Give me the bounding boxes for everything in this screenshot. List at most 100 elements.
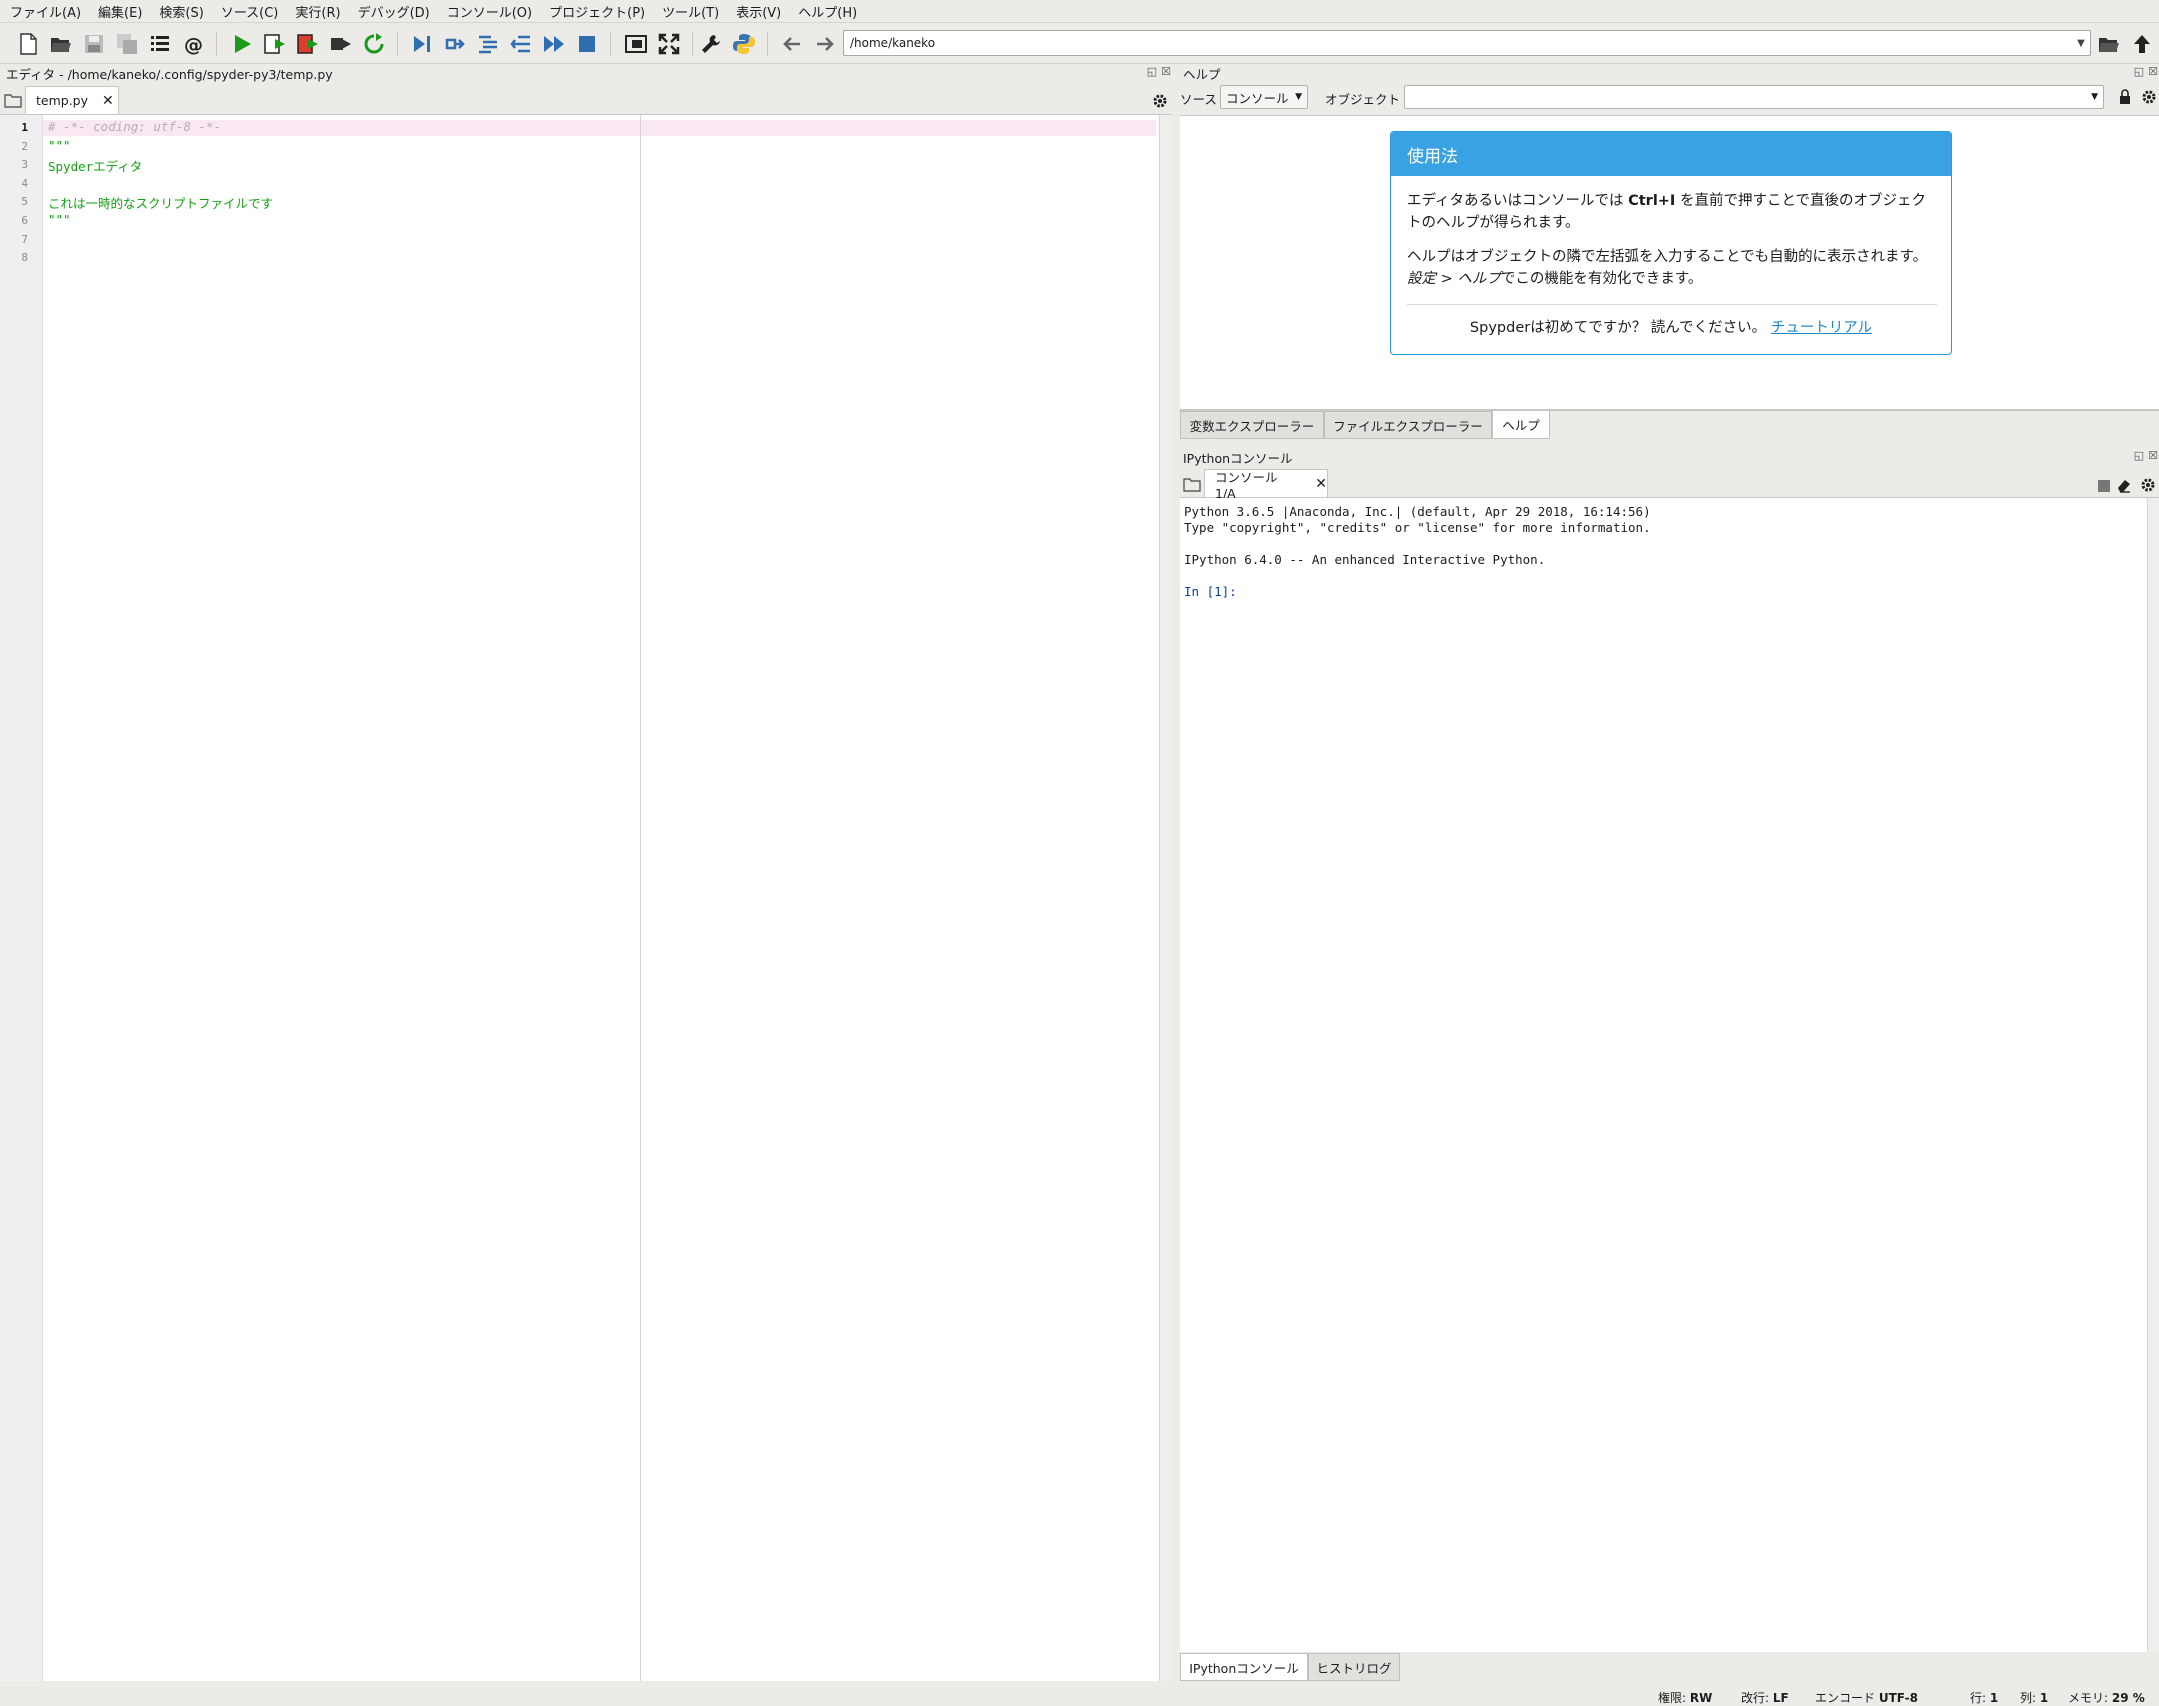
open-folder-icon[interactable] (47, 30, 75, 58)
parent-directory-icon[interactable] (2128, 30, 2156, 58)
editor-tab[interactable]: temp.py ✕ (25, 86, 119, 114)
undock-icon[interactable]: ◱ (2132, 450, 2146, 462)
tab-history-log[interactable]: ヒストリログ (1308, 1653, 1400, 1681)
line-number: 4 (21, 177, 28, 190)
maximize-pane-icon[interactable] (622, 30, 650, 58)
menu-run[interactable]: 実行(R) (285, 2, 347, 21)
menu-view[interactable]: 表示(V) (726, 2, 788, 21)
console-options-gear-icon[interactable] (2140, 477, 2156, 493)
line-number-gutter (0, 115, 43, 1681)
status-permissions: 権限: RW (1658, 1691, 1713, 1705)
line-number: 1 (21, 121, 28, 134)
working-directory-input[interactable]: /home/kaneko (843, 30, 2091, 56)
console-tab[interactable]: コンソール 1/A ✕ (1204, 469, 1328, 501)
run-cell-advance-icon[interactable] (294, 30, 322, 58)
python-path-icon[interactable] (730, 30, 758, 58)
step-into-icon[interactable] (474, 30, 502, 58)
menu-console[interactable]: コンソール(O) (437, 2, 539, 21)
rerun-icon[interactable] (360, 30, 388, 58)
new-file-icon[interactable] (14, 30, 42, 58)
preferences-wrench-icon[interactable] (697, 30, 725, 58)
status-eol: 改行: LF (1741, 1691, 1789, 1705)
browse-tabs-icon[interactable] (4, 92, 22, 108)
source-select-value: コンソール (1226, 90, 1289, 106)
menu-source[interactable]: ソース(C) (211, 2, 286, 21)
stop-kernel-icon[interactable] (2098, 480, 2110, 492)
tab-file-explorer[interactable]: ファイルエクスプローラー (1324, 411, 1492, 439)
console-line: Python 3.6.5 |Anaconda, Inc.| (default, … (1184, 504, 1651, 519)
tab-help[interactable]: ヘルプ (1492, 411, 1550, 439)
line-number: 5 (21, 195, 28, 208)
forward-arrow-icon[interactable] (811, 30, 839, 58)
browse-folder-icon[interactable] (2095, 30, 2123, 58)
menu-tools[interactable]: ツール(T) (652, 2, 726, 21)
menu-search[interactable]: 検索(S) (149, 2, 210, 21)
chevron-down-icon: ▼ (1295, 92, 1302, 102)
console-line: IPython 6.4.0 -- An enhanced Interactive… (1184, 552, 1546, 567)
close-pane-icon[interactable]: ☒ (2146, 66, 2159, 78)
menu-projects[interactable]: プロジェクト(P) (539, 2, 652, 21)
editor-tab-bar (0, 84, 1172, 115)
usage-footer: Spypderは初めてですか？ 読んでください。 チュートリアル (1469, 320, 1873, 336)
status-memory: メモリ: 29 % (2068, 1691, 2145, 1705)
help-toolbar: ソース コンソール ▼ オブジェクト ▼ (1176, 84, 2159, 114)
undock-icon[interactable]: ◱ (2132, 66, 2146, 78)
fullscreen-icon[interactable] (655, 30, 683, 58)
menu-help[interactable]: ヘルプ(H) (788, 2, 864, 21)
console-scrollbar[interactable] (2147, 498, 2159, 1652)
step-icon[interactable] (441, 30, 469, 58)
at-symbol-icon[interactable]: @ (179, 30, 207, 58)
object-input[interactable]: ▼ (1404, 85, 2104, 109)
usage-title: 使用法 (1391, 132, 1951, 176)
menu-debug[interactable]: デバッグ(D) (348, 2, 437, 21)
run-icon[interactable] (228, 30, 256, 58)
edge-line (640, 115, 641, 1681)
usage-paragraph-1: エディタあるいはコンソールでは Ctrl+I を直前で押すことで直後のオブジェク… (1407, 193, 1927, 231)
usage-paragraph-2: ヘルプはオブジェクトの隣で左括弧を入力することでも自動的に表示されます。設定 >… (1407, 249, 1928, 287)
console-prompt: In [1]: (1184, 584, 1237, 599)
console-pane-title: IPythonコンソール (1183, 451, 1293, 466)
lock-icon[interactable] (2118, 89, 2132, 105)
source-select[interactable]: コンソール ▼ (1220, 85, 1308, 109)
editor-pane-title: エディタ - /home/kaneko/.config/spyder-py3/t… (6, 67, 333, 82)
close-tab-icon[interactable]: ✕ (1315, 476, 1327, 492)
line-number: 3 (21, 158, 28, 171)
source-label: ソース (1180, 92, 1217, 107)
eraser-icon[interactable] (2116, 477, 2132, 493)
help-pane-title: ヘルプ (1183, 67, 1221, 82)
tab-variable-explorer[interactable]: 変数エクスプローラー (1180, 411, 1324, 439)
code-editor[interactable] (43, 115, 1159, 1681)
debug-icon[interactable] (408, 30, 436, 58)
menu-edit[interactable]: 編集(E) (88, 2, 149, 21)
save-all-icon[interactable] (113, 30, 141, 58)
code-line: """ (48, 212, 71, 227)
step-return-icon[interactable] (507, 30, 535, 58)
outline-list-icon[interactable] (146, 30, 174, 58)
chevron-down-icon: ▼ (2091, 92, 2098, 102)
pane-splitter[interactable] (1172, 64, 1180, 1681)
run-cell-icon[interactable] (261, 30, 289, 58)
close-pane-icon[interactable]: ☒ (2146, 450, 2159, 462)
browse-tabs-icon[interactable] (1183, 476, 1201, 492)
back-arrow-icon[interactable] (778, 30, 806, 58)
close-tab-icon[interactable]: ✕ (102, 93, 114, 109)
close-pane-icon[interactable]: ☒ (1159, 66, 1173, 78)
code-line: """ (48, 138, 71, 153)
console-output[interactable] (1180, 498, 2147, 1652)
tab-ipython-console[interactable]: IPythonコンソール (1180, 1653, 1308, 1681)
help-options-gear-icon[interactable] (2141, 89, 2157, 105)
tutorial-link[interactable]: チュートリアル (1771, 320, 1872, 336)
code-line: これは一時的なスクリプトファイルです (48, 196, 274, 211)
menu-file[interactable]: ファイル(A) (0, 2, 88, 21)
chevron-down-icon[interactable]: ▼ (2071, 31, 2091, 55)
continue-icon[interactable] (540, 30, 568, 58)
undock-icon[interactable]: ◱ (1145, 66, 1159, 78)
editor-options-gear-icon[interactable] (1152, 93, 1168, 109)
editor-scrollbar[interactable] (1159, 115, 1173, 1681)
run-selection-icon[interactable] (327, 30, 355, 58)
code-line: Spyderエディタ (48, 159, 143, 174)
stop-debug-icon[interactable] (573, 30, 601, 58)
save-icon[interactable] (80, 30, 108, 58)
line-number: 6 (21, 214, 28, 227)
menu-bar: ファイル(A) 編集(E) 検索(S) ソース(C) 実行(R) デバッグ(D)… (0, 0, 2159, 23)
